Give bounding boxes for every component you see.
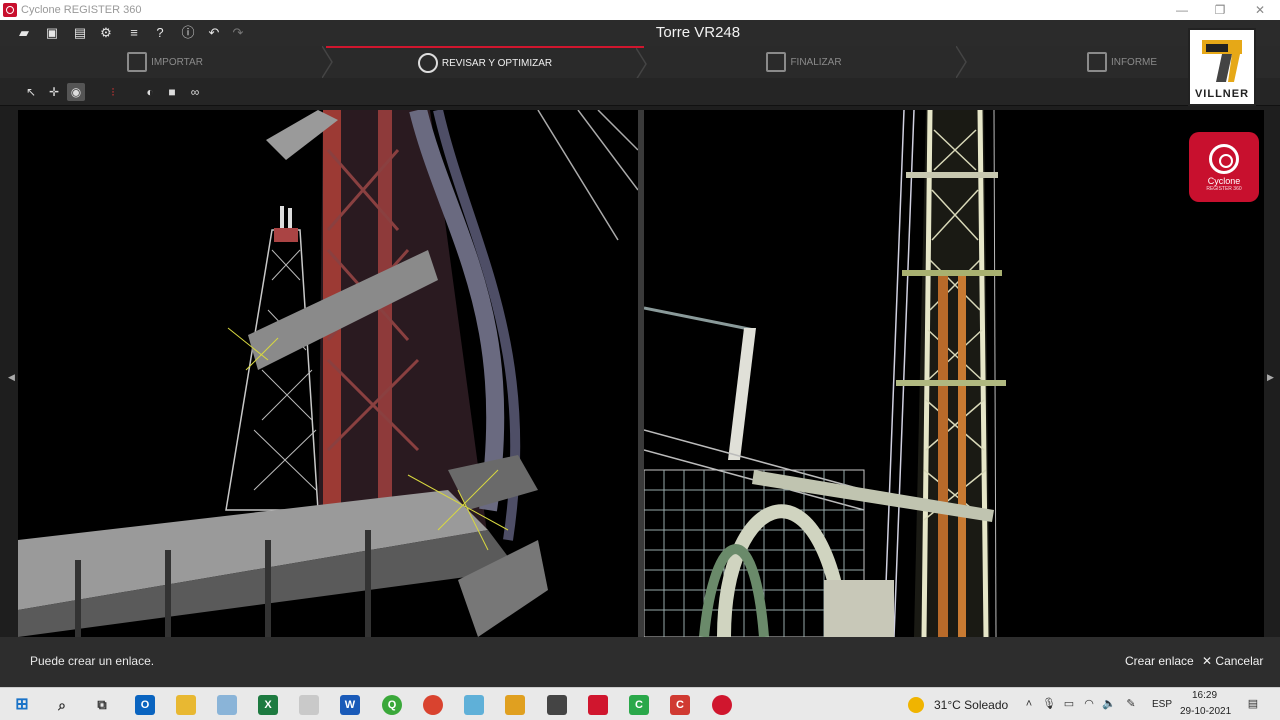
report-icon — [1086, 52, 1107, 72]
chain-link-icon[interactable]: ∞ — [186, 83, 204, 101]
pen-icon[interactable]: ✎ — [1124, 697, 1138, 711]
windows-start-icon[interactable]: ⊞ — [12, 695, 32, 715]
villner-logo-text: VILLNER — [1194, 88, 1250, 100]
cyclone-register-taskbar-icon[interactable] — [712, 695, 732, 715]
cancel-label: Cancelar — [1215, 654, 1264, 668]
outlook-icon[interactable]: O — [135, 695, 155, 715]
open-folder-icon[interactable]: ▰ — [16, 25, 32, 41]
workflow-steps: IMPORTAR REVISAR Y OPTIMIZAR FINALIZAR I… — [0, 46, 1280, 80]
qgis-icon[interactable]: Q — [382, 695, 402, 715]
import-icon — [127, 52, 148, 72]
box-select-icon[interactable]: ■ — [163, 83, 181, 101]
settings-gear-icon[interactable]: ⚙ — [98, 25, 114, 41]
cad-app-icon[interactable] — [505, 695, 525, 715]
maximize-icon[interactable]: ❐ — [1200, 0, 1240, 20]
status-bar: Puede crear un enlace. Crear enlace ✕ Ca… — [0, 637, 1280, 687]
task-view-icon[interactable]: ⧉ — [92, 695, 112, 715]
clock-date[interactable]: 29-10-2021 — [1180, 706, 1231, 717]
undo-icon[interactable]: ↶ — [206, 25, 222, 41]
crosshair-icon[interactable]: ✛ — [45, 83, 63, 101]
calendar-app-icon[interactable] — [547, 695, 567, 715]
minimize-icon[interactable]: — — [1162, 0, 1202, 20]
expand-right-arrow-icon[interactable]: ▶ — [1267, 372, 1274, 383]
create-link-button[interactable]: Crear enlace — [1121, 650, 1198, 672]
step-label: IMPORTAR — [151, 56, 203, 68]
step-importar[interactable]: IMPORTAR — [0, 46, 333, 78]
cyclone-model-icon[interactable]: C — [670, 695, 690, 715]
finalize-check-icon — [766, 52, 787, 72]
info-icon[interactable]: ⓘ — [180, 25, 196, 41]
left-scan-viewer[interactable] — [18, 110, 638, 637]
villner-logo-graphic — [1202, 40, 1242, 82]
layers-icon[interactable]: ▤ — [72, 25, 88, 41]
language-indicator[interactable]: ESP — [1152, 699, 1172, 710]
windows-taskbar: ⊞ ⌕ ⧉ O X W Q C C 31°C Soleado ˄ 🎙 ▭ ◠ 🔈… — [0, 687, 1280, 720]
cancel-button[interactable]: ✕ Cancelar — [1198, 650, 1267, 672]
badge-name: Cyclone — [1207, 176, 1241, 186]
step-label: FINALIZAR — [790, 56, 842, 68]
snipping-tool-icon[interactable] — [217, 695, 237, 715]
cancel-x-icon: ✕ — [1202, 654, 1213, 668]
word-icon[interactable]: W — [340, 695, 360, 715]
badge-sub: REGISTER 360 — [1206, 186, 1242, 192]
right-scan-viewer[interactable] — [644, 110, 1264, 637]
notifications-icon[interactable]: ▤ — [1246, 697, 1260, 711]
app-header: ▰ ▣ ▤ ⚙ ≡ ? ⓘ ↶ ↷ Torre VR248 — [0, 20, 1280, 46]
project-title: Torre VR248 — [655, 24, 741, 41]
file-explorer-icon[interactable] — [176, 695, 196, 715]
pen-app-icon[interactable] — [299, 695, 319, 715]
clock-time[interactable]: 16:29 — [1192, 690, 1217, 701]
cyclone-core-icon[interactable]: C — [629, 695, 649, 715]
database-icon[interactable]: ≡ — [126, 25, 142, 41]
right-point-cloud — [644, 110, 1006, 637]
microphone-icon[interactable]: 🎙 — [1042, 697, 1056, 711]
cyclone-logo-icon — [1209, 144, 1239, 174]
help-icon[interactable]: ? — [152, 25, 168, 41]
status-message: Puede crear un enlace. — [30, 654, 155, 668]
chrome-icon[interactable] — [423, 695, 443, 715]
maps-app-icon[interactable] — [464, 695, 484, 715]
save-icon[interactable]: ▣ — [44, 25, 60, 41]
excel-icon[interactable]: X — [258, 695, 278, 715]
viewer-toolbar: ↖ ✛ ◉ ⁝ ◐ ■ ∞ — [0, 78, 1280, 106]
tray-chevron-icon[interactable]: ˄ — [1022, 697, 1036, 711]
step-revisar-y-optimizar[interactable]: REVISAR Y OPTIMIZAR — [326, 46, 647, 80]
link-mode-icon[interactable]: ◉ — [67, 83, 85, 101]
remove-link-icon[interactable]: ⁝ — [104, 83, 122, 101]
leica-app-icon[interactable] — [588, 695, 608, 715]
weather-sun-icon — [908, 697, 924, 713]
select-pointer-icon[interactable]: ↖ — [22, 83, 40, 101]
villner-logo: VILLNER — [1188, 28, 1256, 106]
weather-text[interactable]: 31°C Soleado — [934, 698, 1008, 712]
collapse-left-arrow-icon[interactable]: ◀ — [8, 372, 15, 383]
cyclone-register-badge: Cyclone REGISTER 360 — [1189, 132, 1259, 202]
close-icon[interactable]: ✕ — [1240, 0, 1280, 20]
step-label: INFORME — [1110, 56, 1158, 68]
redo-icon[interactable]: ↷ — [230, 25, 246, 41]
left-point-cloud — [18, 110, 638, 637]
search-icon[interactable]: ⌕ — [52, 695, 72, 715]
window-title: Cyclone REGISTER 360 — [21, 4, 142, 16]
visibility-icon[interactable]: ◐ — [141, 83, 159, 101]
window-title-bar: Cyclone REGISTER 360 — ❐ ✕ — [0, 0, 1280, 20]
wifi-icon[interactable]: ◠ — [1082, 697, 1096, 711]
volume-icon[interactable]: 🔈 — [1102, 697, 1116, 711]
review-optimize-icon — [417, 53, 438, 73]
step-finalizar[interactable]: FINALIZAR — [644, 46, 967, 78]
battery-icon[interactable]: ▭ — [1062, 697, 1076, 711]
cyclone-app-icon — [3, 3, 17, 17]
step-label: REVISAR Y OPTIMIZAR — [441, 57, 553, 69]
